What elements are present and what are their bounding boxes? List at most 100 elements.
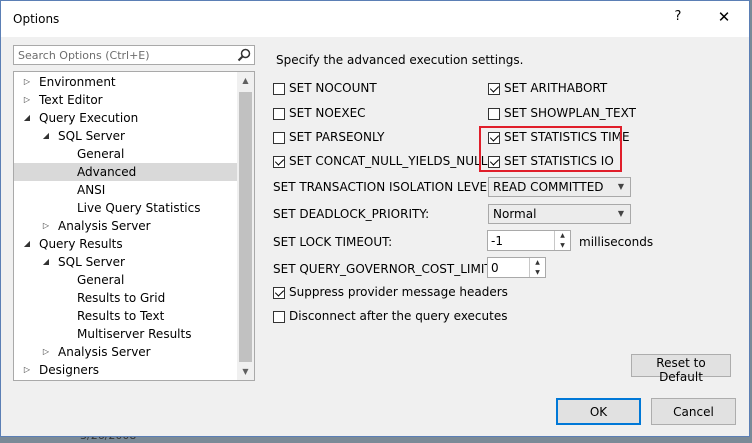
tree-item-label: Designers — [39, 363, 99, 377]
checkbox-box[interactable] — [488, 83, 500, 95]
tree-item[interactable]: ◢ SQL Server — [14, 253, 238, 271]
deadlock-priority-value: Normal — [493, 207, 537, 221]
checkbox-label: Suppress provider message headers — [289, 285, 508, 299]
set-showplan-text-checkbox[interactable]: SET SHOWPLAN_TEXT — [488, 105, 636, 121]
tree-item[interactable]: ▷ Designers — [14, 361, 238, 379]
tree-item-label: General — [77, 273, 125, 287]
collapsed-arrow-icon[interactable]: ▷ — [22, 73, 32, 91]
options-dialog: Options ? ✕ ▷ Environment ▷ Text Editor ◢ Que… — [0, 0, 750, 437]
tree-item[interactable]: ◢ SQL Server — [14, 127, 238, 145]
window-title: Options — [13, 12, 60, 26]
tree-item-label: Query Results — [39, 237, 123, 251]
tree-item[interactable]: ▷ Environment — [14, 73, 238, 91]
tree-item-label: Analysis Server — [58, 345, 151, 359]
tree-item[interactable]: Results to Grid — [14, 289, 238, 307]
lock-timeout-spinner[interactable]: ▲ ▼ — [487, 230, 571, 251]
expanded-arrow-icon[interactable]: ◢ — [41, 253, 51, 271]
spin-down-icon[interactable]: ▼ — [555, 241, 570, 250]
tree-item-label: Results to Text — [77, 309, 165, 323]
checkbox-label: SET ARITHABORT — [504, 81, 608, 95]
tree-item-label: SQL Server — [58, 129, 125, 143]
checkbox-label: Disconnect after the query executes — [289, 309, 508, 323]
annotation-highlight-box — [479, 126, 622, 172]
tree-item[interactable]: Multiserver Results — [14, 325, 238, 343]
checkbox-box[interactable] — [273, 108, 285, 120]
help-button[interactable]: ? — [663, 9, 693, 29]
collapsed-arrow-icon[interactable]: ▷ — [41, 217, 51, 235]
checkbox-label: SET PARSEONLY — [289, 130, 385, 144]
tree-item[interactable]: ◢ Query Execution — [14, 109, 238, 127]
set-nocount-checkbox[interactable]: SET NOCOUNT — [273, 80, 377, 96]
spinner-buttons[interactable]: ▲ ▼ — [529, 258, 545, 277]
checkbox-box[interactable] — [273, 287, 285, 299]
tree-item-label: ANSI — [77, 183, 106, 197]
checkbox-box[interactable] — [273, 156, 285, 168]
tree-item-label: Advanced — [77, 165, 137, 179]
checkbox-box[interactable] — [488, 108, 500, 120]
options-tree: ▷ Environment ▷ Text Editor ◢ Query Execution… — [13, 71, 255, 381]
checkbox-box[interactable] — [273, 132, 285, 144]
suppress-message-headers-checkbox[interactable]: Suppress provider message headers — [273, 284, 508, 300]
collapsed-arrow-icon[interactable]: ▷ — [41, 343, 51, 361]
deadlock-priority-select[interactable]: Normal ▼ — [488, 204, 631, 224]
tree-item[interactable]: ANSI — [14, 181, 238, 199]
chevron-down-icon[interactable]: ▼ — [616, 180, 626, 194]
set-concat-null-checkbox[interactable]: SET CONCAT_NULL_YIELDS_NULL — [273, 153, 487, 169]
search-box — [13, 45, 255, 65]
spin-down-icon[interactable]: ▼ — [530, 268, 545, 277]
expanded-arrow-icon[interactable]: ◢ — [22, 109, 32, 127]
disconnect-after-query-checkbox[interactable]: Disconnect after the query executes — [273, 308, 507, 324]
tree-item[interactable]: Results to Text — [14, 307, 238, 325]
tree-item-label: General — [77, 147, 125, 161]
deadlock-priority-label: SET DEADLOCK_PRIORITY: — [273, 207, 430, 221]
tree-item[interactable]: ◢ Query Results — [14, 235, 238, 253]
tree-item[interactable]: General — [14, 271, 238, 289]
tree-item[interactable]: ▷ Analysis Server — [14, 217, 238, 235]
checkbox-label: SET NOCOUNT — [289, 81, 377, 95]
collapsed-arrow-icon[interactable]: ▷ — [22, 361, 32, 379]
search-icon[interactable] — [237, 48, 251, 62]
spinner-buttons[interactable]: ▲ ▼ — [554, 231, 570, 250]
expanded-arrow-icon[interactable]: ◢ — [41, 127, 51, 145]
reset-to-default-button[interactable]: Reset to Default — [631, 354, 731, 384]
tree-item-label: Environment — [39, 75, 116, 89]
tree-item[interactable]: Live Query Statistics — [14, 199, 238, 217]
ok-button[interactable]: OK — [556, 398, 641, 425]
close-button[interactable]: ✕ — [709, 8, 739, 30]
title-bar: Options ? ✕ — [1, 1, 749, 37]
tree-item[interactable]: General — [14, 145, 238, 163]
tree-item[interactable]: ▷ Analysis Server — [14, 343, 238, 361]
spin-up-icon[interactable]: ▲ — [555, 231, 570, 240]
checkbox-label: SET CONCAT_NULL_YIELDS_NULL — [289, 154, 488, 168]
spin-up-icon[interactable]: ▲ — [530, 258, 545, 267]
cancel-button[interactable]: Cancel — [651, 398, 736, 425]
tree-item-label: Results to Grid — [77, 291, 166, 305]
governor-cost-limit-input[interactable] — [488, 258, 530, 277]
lock-timeout-label: SET LOCK TIMEOUT: — [273, 235, 393, 249]
section-heading: Specify the advanced execution settings. — [276, 53, 524, 67]
scrollbar-thumb[interactable] — [239, 92, 252, 362]
expanded-arrow-icon[interactable]: ◢ — [22, 235, 32, 253]
checkbox-box[interactable] — [273, 311, 285, 323]
tree-item-label: SQL Server — [58, 255, 125, 269]
lock-timeout-input[interactable] — [488, 231, 554, 250]
search-input[interactable] — [14, 46, 242, 64]
tree-item[interactable]: ▷ Text Editor — [14, 91, 238, 109]
isolation-level-select[interactable]: READ COMMITTED ▼ — [488, 177, 631, 197]
set-parseonly-checkbox[interactable]: SET PARSEONLY — [273, 129, 384, 145]
scroll-up-arrow-icon[interactable]: ▲ — [237, 72, 254, 89]
checkbox-box[interactable] — [273, 83, 285, 95]
scroll-down-arrow-icon[interactable]: ▼ — [237, 363, 254, 380]
tree-item-label: Analysis Server — [58, 219, 151, 233]
isolation-level-value: READ COMMITTED — [493, 180, 604, 194]
chevron-down-icon[interactable]: ▼ — [616, 207, 626, 221]
isolation-level-label: SET TRANSACTION ISOLATION LEVEL: — [273, 180, 498, 194]
tree-scrollbar[interactable]: ▲ ▼ — [237, 72, 254, 380]
tree-item-label: Text Editor — [39, 93, 103, 107]
set-arithabort-checkbox[interactable]: SET ARITHABORT — [488, 80, 607, 96]
set-noexec-checkbox[interactable]: SET NOEXEC — [273, 105, 366, 121]
tree-item[interactable]: Advanced — [14, 163, 238, 181]
collapsed-arrow-icon[interactable]: ▷ — [22, 91, 32, 109]
tree-item-label: Live Query Statistics — [77, 201, 201, 215]
governor-cost-limit-spinner[interactable]: ▲ ▼ — [487, 257, 546, 278]
